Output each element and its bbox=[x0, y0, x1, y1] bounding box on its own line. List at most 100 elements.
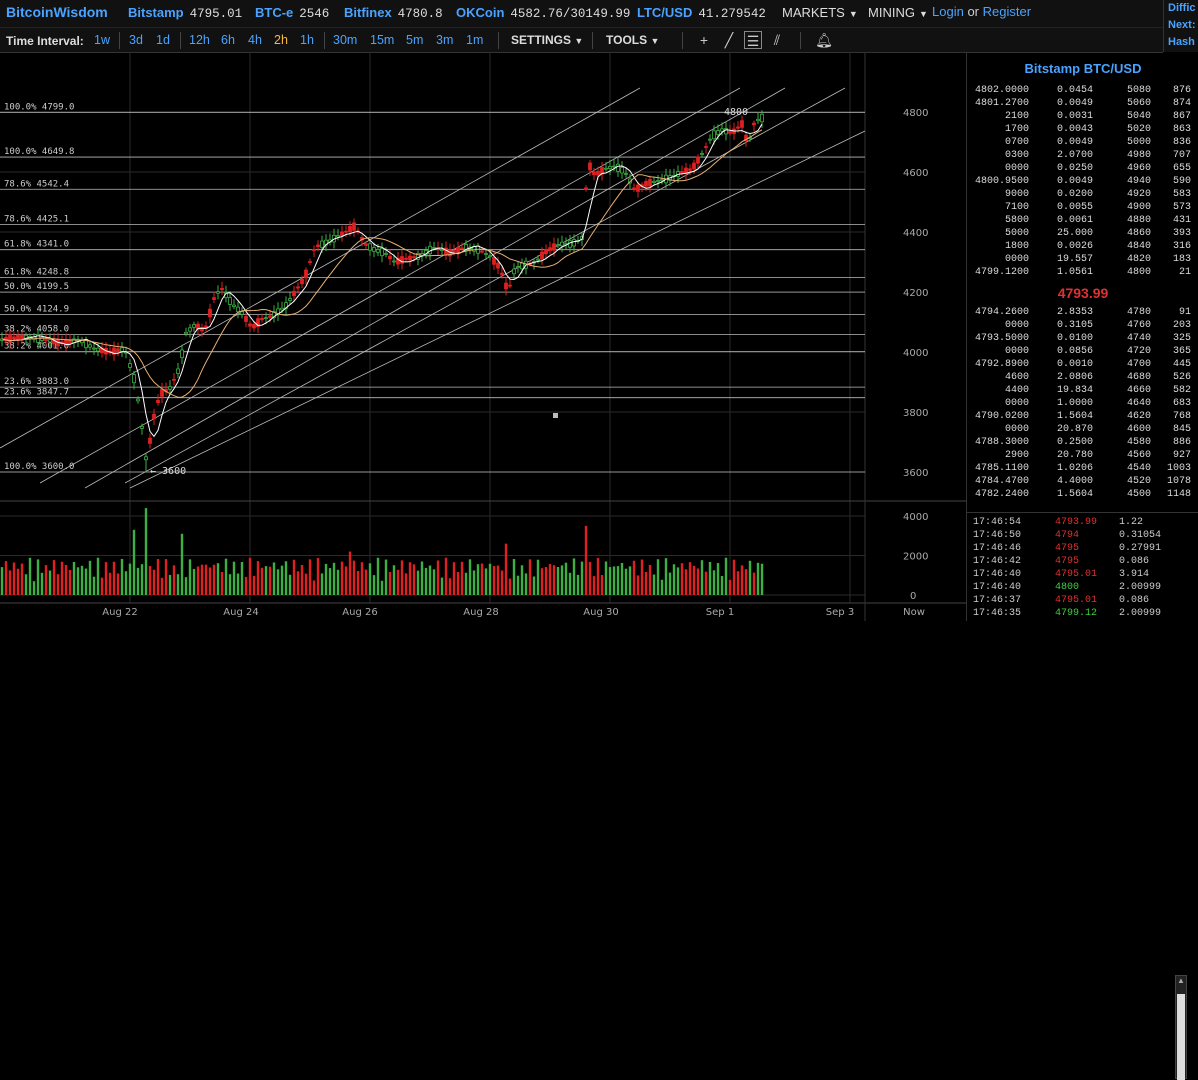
bid-row[interactable]: 0000 20.870 4600 845 bbox=[967, 424, 1193, 437]
interval-1d[interactable]: 1d bbox=[156, 33, 170, 47]
candle-body bbox=[296, 286, 300, 289]
ask-row[interactable]: 0000 0.0250 4960 655 bbox=[967, 163, 1193, 176]
interval-12h[interactable]: 12h bbox=[189, 33, 210, 47]
volume-bar bbox=[380, 580, 384, 595]
ticker-okcoin[interactable]: OKCoin 4582.76/30149.99 bbox=[456, 5, 630, 21]
volume-bar bbox=[156, 559, 160, 595]
interval-6h[interactable]: 6h bbox=[221, 33, 235, 47]
bid-row[interactable]: 4790.0200 1.5604 4620 768 bbox=[967, 411, 1193, 424]
candle-body bbox=[496, 262, 500, 269]
interval-5m[interactable]: 5m bbox=[406, 33, 423, 47]
ask-row[interactable]: 9000 0.0200 4920 583 bbox=[967, 189, 1193, 202]
candle-body bbox=[308, 261, 312, 263]
interval-2h[interactable]: 2h bbox=[274, 33, 288, 47]
bid-row[interactable]: 0000 0.3105 4760 203 bbox=[967, 320, 1193, 333]
markets-menu[interactable]: MARKETS ▼ bbox=[782, 5, 858, 20]
ticker-bitstamp[interactable]: Bitstamp 4795.01 bbox=[128, 5, 242, 21]
volume-bar bbox=[16, 568, 20, 595]
bid-row[interactable]: 4793.5000 0.0100 4740 325 bbox=[967, 333, 1193, 346]
bid-row[interactable]: 4784.4700 4.4000 4520 1078 bbox=[967, 476, 1193, 489]
chevron-down-icon: ▼ bbox=[918, 9, 928, 19]
register-link[interactable]: Register bbox=[983, 4, 1031, 19]
low-annotation: ← 3600 bbox=[150, 466, 186, 477]
ask-row[interactable]: 1700 0.0043 5020 863 bbox=[967, 124, 1193, 137]
bid-row[interactable]: 2900 20.780 4560 927 bbox=[967, 450, 1193, 463]
mining-menu[interactable]: MINING ▼ bbox=[868, 5, 928, 20]
volume-bar bbox=[368, 563, 372, 595]
bid-row[interactable]: 4785.1100 1.0206 4540 1003 bbox=[967, 463, 1193, 476]
volume-bar bbox=[468, 559, 472, 595]
ask-row[interactable]: 1800 0.0026 4840 316 bbox=[967, 241, 1193, 254]
ask-row[interactable]: 5800 0.0061 4880 431 bbox=[967, 215, 1193, 228]
ask-row[interactable]: 5000 25.000 4860 393 bbox=[967, 228, 1193, 241]
interval-4h[interactable]: 4h bbox=[248, 33, 262, 47]
volume-bar bbox=[500, 570, 504, 595]
bid-row[interactable]: 4794.2600 2.8353 4780 91 bbox=[967, 307, 1193, 320]
ask-row[interactable]: 0300 2.0700 4980 707 bbox=[967, 150, 1193, 163]
ask-row[interactable]: 4800.9500 0.0049 4940 590 bbox=[967, 176, 1193, 189]
alert-bell-icon[interactable]: 🔔︎ bbox=[815, 31, 833, 49]
candle-body bbox=[316, 244, 320, 248]
volume-bar bbox=[384, 559, 388, 595]
volume-bar bbox=[172, 565, 176, 595]
brand-logo[interactable]: BitcoinWisdom bbox=[6, 4, 108, 20]
candle-body bbox=[260, 317, 264, 321]
trades-scrollbar[interactable]: ▲ bbox=[1175, 975, 1187, 1080]
volume-bar bbox=[560, 565, 564, 595]
fibonacci-tool-icon[interactable]: ☰ bbox=[744, 31, 762, 49]
bid-row[interactable]: 4792.8900 0.0010 4700 445 bbox=[967, 359, 1193, 372]
bid-row[interactable]: 0000 1.0000 4640 683 bbox=[967, 398, 1193, 411]
ticker-bitfinex[interactable]: Bitfinex 4780.8 bbox=[344, 5, 443, 21]
interval-1w[interactable]: 1w bbox=[94, 33, 110, 47]
candle-body bbox=[252, 324, 256, 329]
volume-bar bbox=[396, 569, 400, 595]
candle-body bbox=[212, 297, 216, 300]
interval-3m[interactable]: 3m bbox=[436, 33, 453, 47]
scroll-thumb[interactable] bbox=[1177, 994, 1185, 1080]
volume-bar bbox=[32, 581, 36, 595]
price-chart[interactable]: 100.0% 4799.0 100.0% 4649.8 78.6% 4542.4 78… bbox=[0, 53, 966, 621]
settings-menu[interactable]: SETTINGS ▼ bbox=[511, 33, 583, 47]
candle-body bbox=[380, 248, 384, 257]
candle-body bbox=[140, 426, 144, 429]
ask-row[interactable]: 2100 0.0031 5040 867 bbox=[967, 111, 1193, 124]
ticker-btce[interactable]: BTC-e 2546 bbox=[255, 5, 329, 21]
volume-bar bbox=[0, 567, 4, 595]
volume-bar bbox=[464, 572, 468, 595]
login-link[interactable]: Login bbox=[932, 4, 964, 19]
interval-15m[interactable]: 15m bbox=[370, 33, 394, 47]
ask-row[interactable]: 4799.1200 1.0561 4800 21 bbox=[967, 267, 1193, 280]
fib-level-label: 78.6% 4542.4 bbox=[4, 179, 69, 189]
ask-row[interactable]: 7100 0.0055 4900 573 bbox=[967, 202, 1193, 215]
interval-30m[interactable]: 30m bbox=[333, 33, 357, 47]
interval-3d[interactable]: 3d bbox=[129, 33, 143, 47]
channel-tool-icon[interactable]: ⫽ bbox=[768, 31, 786, 49]
tools-menu[interactable]: TOOLS ▼ bbox=[606, 33, 659, 47]
candle-body bbox=[12, 336, 16, 340]
candle-body bbox=[432, 247, 436, 249]
order-book-panel: Bitstamp BTC/USD 4802.0000 0.0454 5080 876 4… bbox=[966, 53, 1198, 1080]
bid-row[interactable]: 4782.2400 1.5604 4500 1148 bbox=[967, 489, 1193, 502]
bid-row[interactable]: 4400 19.834 4660 582 bbox=[967, 385, 1193, 398]
ask-row[interactable]: 0700 0.0049 5000 836 bbox=[967, 137, 1193, 150]
trade-row: 17:46:40 4795.01 3.914 bbox=[973, 569, 1150, 580]
scroll-up-icon[interactable]: ▲ bbox=[1176, 976, 1186, 988]
candle-body bbox=[516, 266, 520, 269]
cursor-marker bbox=[553, 413, 558, 418]
ask-row[interactable]: 0000 19.557 4820 183 bbox=[967, 254, 1193, 267]
ticker-ltcusd[interactable]: LTC/USD 41.279542 bbox=[637, 5, 766, 21]
crosshair-tool-icon[interactable]: + bbox=[695, 31, 713, 49]
volume-bar bbox=[676, 567, 680, 595]
candle-body bbox=[636, 184, 640, 192]
line-tool-icon[interactable]: ╱ bbox=[720, 31, 738, 49]
bid-row[interactable]: 4788.3000 0.2500 4580 886 bbox=[967, 437, 1193, 450]
interval-1m[interactable]: 1m bbox=[466, 33, 483, 47]
order-book-title: Bitstamp BTC/USD bbox=[1024, 61, 1142, 76]
volume-bar bbox=[484, 568, 488, 595]
interval-1h[interactable]: 1h bbox=[300, 33, 314, 47]
difficulty-panel[interactable]: Diffic Next: Hash bbox=[1163, 0, 1198, 52]
bid-row[interactable]: 0000 0.0856 4720 365 bbox=[967, 346, 1193, 359]
bid-row[interactable]: 4600 2.0806 4680 526 bbox=[967, 372, 1193, 385]
ask-row[interactable]: 4801.2700 0.0049 5060 874 bbox=[967, 98, 1193, 111]
ask-row[interactable]: 4802.0000 0.0454 5080 876 bbox=[967, 85, 1193, 98]
